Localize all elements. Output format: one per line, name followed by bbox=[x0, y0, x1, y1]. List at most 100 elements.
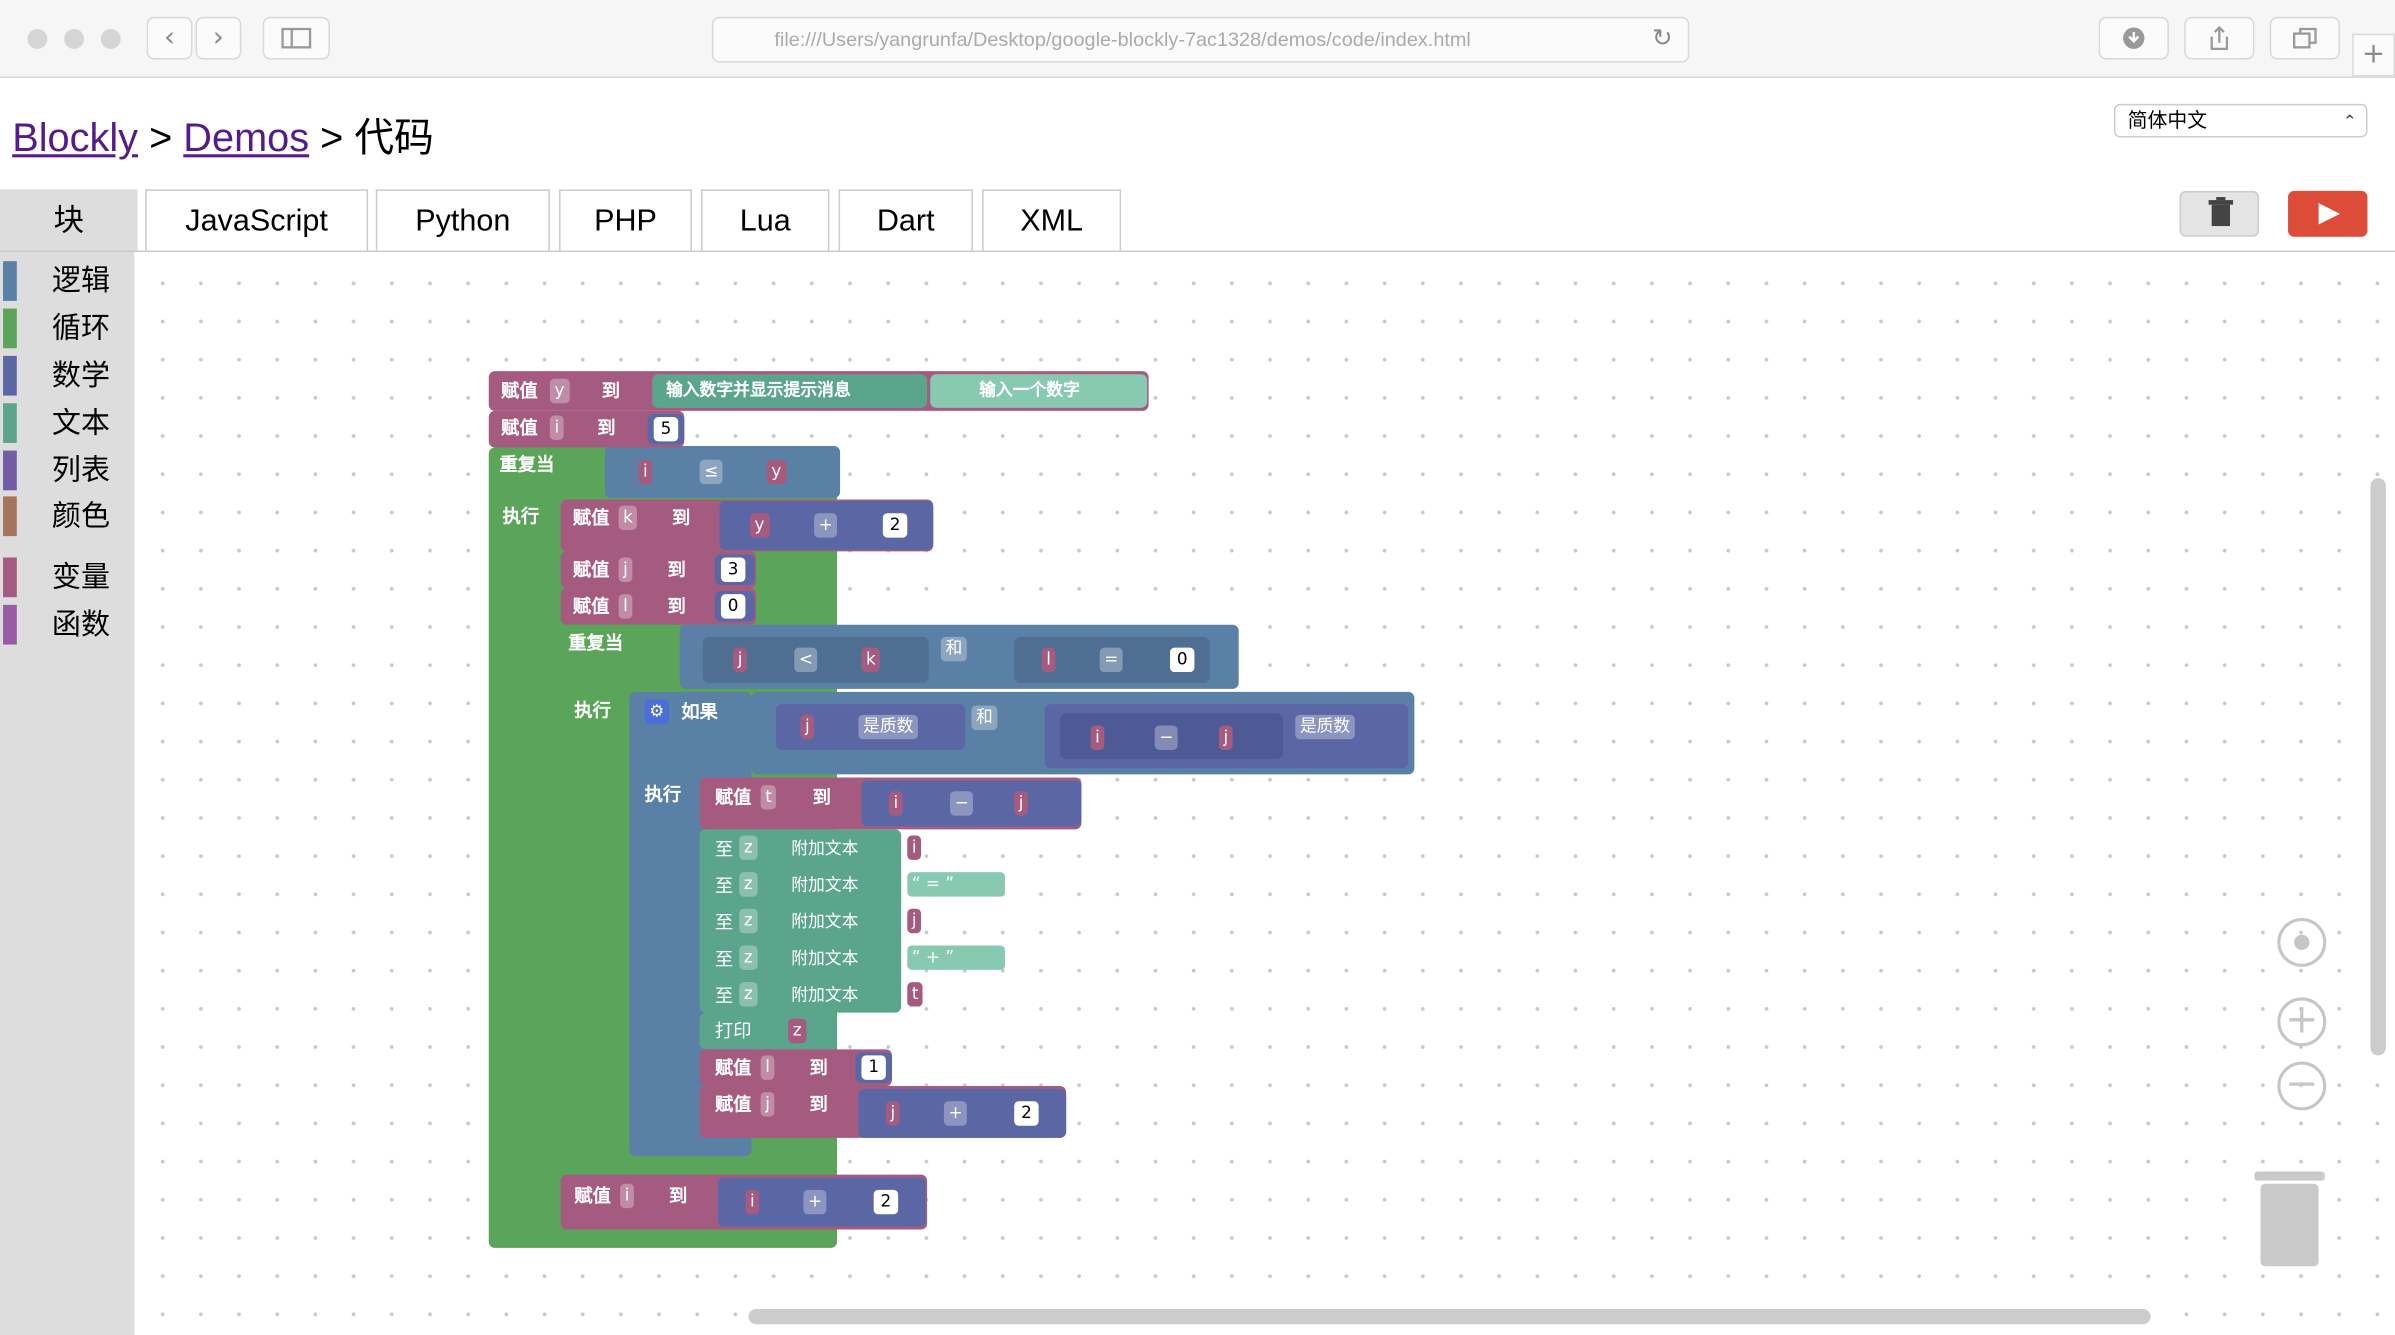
set-keyword: 赋值 bbox=[572, 559, 610, 581]
new-tab-button[interactable]: + bbox=[2352, 33, 2395, 77]
var-field-z[interactable]: z bbox=[739, 908, 758, 934]
number-value[interactable]: 5 bbox=[653, 416, 679, 442]
var-field-i[interactable]: i bbox=[638, 459, 653, 485]
back-button[interactable]: ‹ bbox=[146, 16, 193, 60]
tab-php[interactable]: PHP bbox=[559, 189, 692, 251]
append-value[interactable]: t bbox=[907, 982, 924, 1007]
var-field-y[interactable]: y bbox=[749, 513, 770, 538]
trash-icon bbox=[2208, 197, 2234, 227]
var-field-z[interactable]: z bbox=[739, 982, 758, 1007]
prime-dropdown[interactable]: 是质数 bbox=[858, 714, 918, 740]
op-dropdown[interactable]: = bbox=[1099, 647, 1123, 673]
tabs-overview-button[interactable] bbox=[2269, 16, 2340, 60]
var-field-j[interactable]: j bbox=[885, 1101, 900, 1126]
forward-button[interactable]: › bbox=[195, 16, 242, 60]
prompt-label: 输入数字并显示提示消息 bbox=[665, 380, 851, 401]
number-value[interactable]: 2 bbox=[873, 1189, 899, 1215]
append-value[interactable]: “ = ” bbox=[907, 872, 1006, 897]
category-label: 函数 bbox=[51, 607, 110, 642]
var-field-j[interactable]: j bbox=[800, 714, 815, 740]
var-field-i[interactable]: i bbox=[1090, 725, 1105, 750]
var-field-i[interactable]: i bbox=[745, 1189, 760, 1215]
var-field-z[interactable]: z bbox=[788, 1018, 807, 1044]
op-dropdown[interactable]: ≤ bbox=[699, 459, 723, 485]
var-field-k[interactable]: k bbox=[861, 647, 881, 673]
trashcan-icon[interactable] bbox=[2248, 1165, 2330, 1272]
var-field-k[interactable]: k bbox=[618, 505, 638, 531]
append-value[interactable]: i bbox=[907, 835, 922, 860]
set-keyword: 赋值 bbox=[574, 1185, 611, 1207]
var-field-l[interactable]: l bbox=[1041, 647, 1056, 673]
prime-dropdown[interactable]: 是质数 bbox=[1295, 714, 1355, 740]
var-field-j[interactable]: j bbox=[618, 557, 633, 582]
var-field-i[interactable]: i bbox=[620, 1183, 634, 1209]
and-dropdown[interactable]: 和 bbox=[940, 636, 967, 662]
run-button[interactable] bbox=[2288, 190, 2368, 237]
var-field-z[interactable]: z bbox=[739, 945, 758, 970]
append-value[interactable]: j bbox=[907, 908, 922, 934]
address-bar[interactable]: file:///Users/yangrunfa/Desktop/google-b… bbox=[711, 16, 1690, 63]
set-keyword: 赋值 bbox=[714, 1056, 752, 1079]
var-field-i[interactable]: i bbox=[888, 791, 903, 816]
tab-xml[interactable]: XML bbox=[982, 189, 1122, 251]
op-dropdown[interactable]: − bbox=[1154, 725, 1178, 750]
share-button[interactable] bbox=[2184, 16, 2255, 60]
minimize-window-dot[interactable] bbox=[64, 29, 85, 49]
vertical-scrollbar[interactable] bbox=[2370, 478, 2386, 1056]
language-select[interactable]: 简体中文 ⌃ bbox=[2113, 103, 2368, 138]
breadcrumb-demos-link[interactable]: Demos bbox=[183, 115, 309, 161]
var-field-i[interactable]: i bbox=[549, 415, 564, 440]
reload-icon[interactable]: ↻ bbox=[1652, 18, 1672, 61]
var-field-j[interactable]: j bbox=[760, 1092, 775, 1117]
blockly-workspace[interactable]: 重复当 i ≤ y 执行 赋值 y 到 输入数字并显示提示消息 输入一个数字 赋… bbox=[134, 252, 2395, 1335]
var-field-j[interactable]: j bbox=[733, 647, 747, 673]
number-value[interactable]: 2 bbox=[882, 513, 908, 538]
breadcrumb-separator: > bbox=[149, 114, 173, 161]
breadcrumb-blockly-link[interactable]: Blockly bbox=[12, 115, 138, 161]
to-keyword: 到 bbox=[672, 507, 691, 529]
op-dropdown[interactable]: + bbox=[943, 1101, 968, 1126]
var-field-l[interactable]: l bbox=[618, 594, 633, 619]
category-label: 文本 bbox=[51, 406, 110, 440]
recenter-button[interactable] bbox=[2277, 917, 2327, 967]
op-dropdown[interactable]: − bbox=[950, 791, 974, 816]
op-dropdown[interactable]: < bbox=[794, 647, 818, 673]
tab-dart[interactable]: Dart bbox=[838, 189, 973, 251]
sidebar-toggle-button[interactable] bbox=[262, 16, 330, 60]
tab-blocks[interactable]: 块 bbox=[0, 189, 138, 251]
to-keyword: 到 bbox=[812, 786, 831, 808]
number-value[interactable]: 0 bbox=[1169, 647, 1195, 673]
set-keyword: 赋值 bbox=[500, 416, 538, 439]
screenshot-stage: ‹ › file:///Users/yangrunfa/Desktop/goog… bbox=[0, 0, 2395, 1335]
number-value[interactable]: 2 bbox=[1014, 1101, 1039, 1126]
op-dropdown[interactable]: + bbox=[803, 1189, 827, 1215]
downloads-button[interactable] bbox=[2098, 16, 2169, 60]
zoom-window-dot[interactable] bbox=[100, 29, 121, 49]
number-value[interactable]: 3 bbox=[720, 557, 746, 582]
tab-lua[interactable]: Lua bbox=[701, 189, 830, 251]
number-value[interactable]: 0 bbox=[720, 594, 746, 619]
append-label: 附加文本 bbox=[791, 838, 859, 859]
category-color-swatch bbox=[3, 557, 17, 598]
and-dropdown[interactable]: 和 bbox=[971, 705, 998, 731]
tab-javascript[interactable]: JavaScript bbox=[145, 189, 369, 251]
var-field-l[interactable]: l bbox=[760, 1055, 775, 1080]
number-value[interactable]: 1 bbox=[861, 1055, 886, 1080]
horizontal-scrollbar[interactable] bbox=[748, 1308, 2151, 1325]
var-field-z[interactable]: z bbox=[739, 835, 758, 860]
var-field-t[interactable]: t bbox=[760, 785, 777, 810]
var-field-y[interactable]: y bbox=[549, 378, 569, 404]
zoom-out-button[interactable]: − bbox=[2277, 1061, 2327, 1111]
trash-button[interactable] bbox=[2179, 190, 2260, 237]
var-field-j[interactable]: j bbox=[1014, 791, 1029, 816]
tab-python[interactable]: Python bbox=[375, 189, 550, 251]
zoom-in-button[interactable]: + bbox=[2277, 997, 2327, 1047]
append-value[interactable]: “ + ” bbox=[907, 945, 1006, 970]
gear-icon[interactable]: ⚙ bbox=[644, 699, 670, 724]
close-window-dot[interactable] bbox=[27, 29, 48, 49]
var-field-y[interactable]: y bbox=[766, 459, 786, 485]
chevron-left-icon: ‹ bbox=[164, 21, 176, 54]
var-field-j[interactable]: j bbox=[1218, 725, 1233, 750]
op-dropdown[interactable]: + bbox=[814, 513, 838, 538]
var-field-z[interactable]: z bbox=[739, 872, 758, 897]
